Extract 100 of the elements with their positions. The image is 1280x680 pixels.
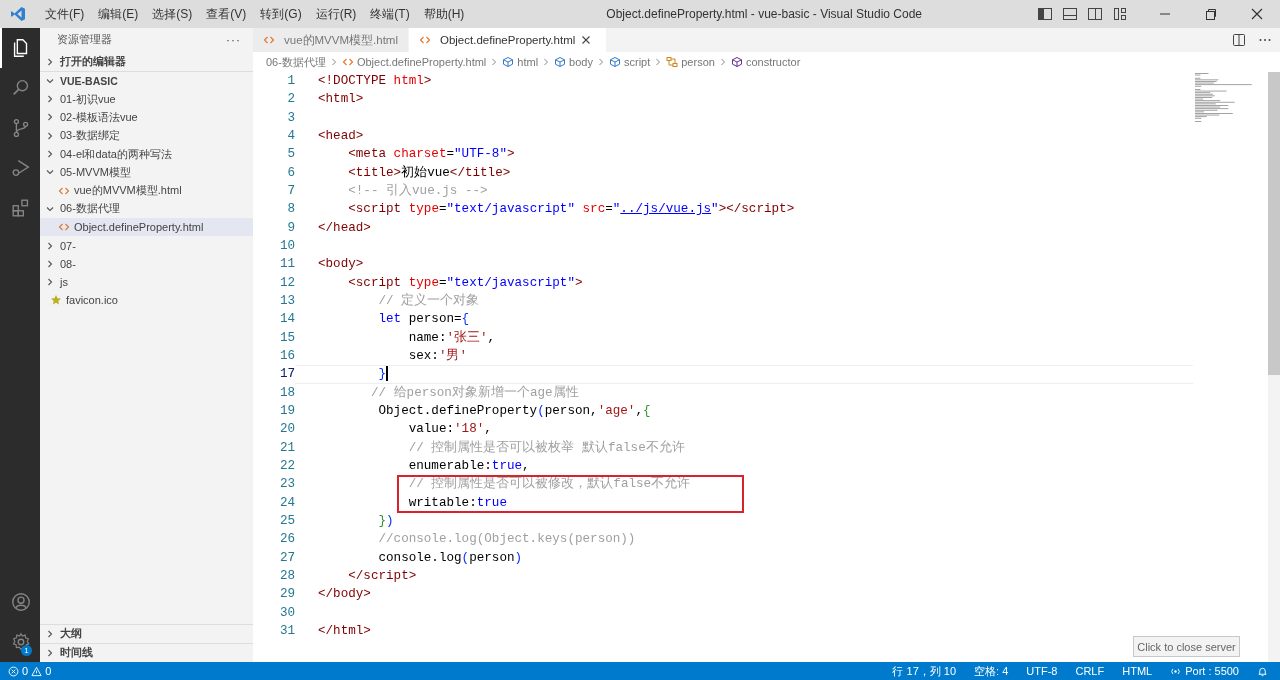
tree-item[interactable]: 02-模板语法vue <box>40 108 253 127</box>
code-line: value:'18', <box>407 421 493 439</box>
error-count[interactable]: 0 <box>22 665 29 677</box>
warning-count[interactable]: 0 <box>45 665 52 677</box>
tooltip: Click to close server <box>1133 636 1240 657</box>
line-number: 24 <box>278 494 295 512</box>
tree-item[interactable]: Object.defineProperty.html <box>40 218 253 237</box>
cube-icon <box>730 56 743 68</box>
code-line: </body> <box>318 586 372 604</box>
text-cursor <box>386 366 388 382</box>
sidebar-toggle-icon[interactable] <box>1037 6 1053 22</box>
line-number: 2 <box>286 91 295 109</box>
scrollbar-thumb[interactable] <box>1268 72 1280 375</box>
menu-item[interactable]: 运行(R) <box>308 3 364 25</box>
line-number: 14 <box>278 311 295 329</box>
menu-item[interactable]: 查看(V) <box>199 3 254 25</box>
editor-tab[interactable]: vue的MVVM模型.html <box>253 28 409 52</box>
line-number: 8 <box>286 201 295 219</box>
live-server-button[interactable]: Port : 5500 <box>1170 665 1239 677</box>
menu-item[interactable]: 文件(F) <box>38 3 92 25</box>
line-number: 11 <box>278 256 295 274</box>
code-line: <title>初始vue</title> <box>347 164 512 182</box>
status-item[interactable]: CRLF <box>1075 665 1105 677</box>
breadcrumb-item[interactable]: person <box>666 56 715 68</box>
status-item[interactable]: HTML <box>1122 665 1153 677</box>
cube-icon <box>502 56 515 68</box>
editor-tab[interactable]: Object.defineProperty.html <box>408 28 608 52</box>
account-icon[interactable] <box>10 591 32 613</box>
section-header[interactable]: 大纲 <box>40 624 253 643</box>
error-icon[interactable] <box>8 665 19 677</box>
breadcrumb-item[interactable]: body <box>554 56 593 68</box>
menu-item[interactable]: 选择(S) <box>145 3 200 25</box>
cube-icon <box>554 56 567 68</box>
code-line: writable:true <box>407 494 508 512</box>
tree-item[interactable]: 03-数据绑定 <box>40 126 253 145</box>
tree-item[interactable]: 01-初识vue <box>40 90 253 109</box>
window-title: Object.defineProperty.html - vue-basic - Visual Studio Code <box>605 7 923 21</box>
tree-item[interactable]: 08- <box>40 254 253 273</box>
code-line: <script type="text/javascript"> <box>347 274 584 292</box>
star-icon <box>50 294 62 307</box>
line-number: 30 <box>278 604 295 622</box>
line-number: 15 <box>278 329 295 347</box>
tree-item[interactable]: 06-数据代理 <box>40 199 253 219</box>
tree-item[interactable]: 07- <box>40 236 253 255</box>
secondary-sidebar-icon[interactable] <box>1087 6 1103 22</box>
line-number: 26 <box>278 531 295 549</box>
line-number: 23 <box>278 476 295 494</box>
tree-item[interactable]: vue的MVVM模型.html <box>40 181 253 200</box>
section-header[interactable]: VUE-BASIC <box>40 71 253 90</box>
code-line: <!-- 引入vue.js --> <box>347 182 489 200</box>
breadcrumb-item[interactable]: Object.defineProperty.html <box>341 56 487 68</box>
code-line: <body> <box>318 256 365 274</box>
cube-icon <box>608 56 621 68</box>
breadcrumb-item[interactable]: html <box>502 56 539 68</box>
section-header[interactable]: 打开的编辑器 <box>40 52 253 71</box>
code-file-icon <box>418 34 431 46</box>
panel-toggle-icon[interactable] <box>1062 6 1078 22</box>
status-item[interactable]: 行 17，列 10 <box>892 663 957 679</box>
line-number: 18 <box>278 384 295 402</box>
code-line: } <box>295 365 1193 384</box>
broadcast-icon <box>1170 665 1182 677</box>
line-number: 25 <box>278 512 295 530</box>
menu-item[interactable]: 帮助(H) <box>416 3 472 25</box>
menu-item[interactable]: 转到(G) <box>253 3 309 25</box>
code-line: // 控制属性是否可以被枚举 默认false不允许 <box>407 439 686 457</box>
notification-badge: 1 <box>21 645 32 656</box>
line-number: 28 <box>278 567 295 585</box>
status-item[interactable]: 空格: 4 <box>974 663 1009 679</box>
tree-item[interactable]: js <box>40 272 253 292</box>
line-number: 5 <box>286 146 295 164</box>
warning-icon[interactable] <box>31 665 43 677</box>
bell-icon[interactable] <box>1257 665 1268 677</box>
close-icon[interactable] <box>1249 6 1265 22</box>
run-debug-icon[interactable] <box>10 157 32 179</box>
breadcrumb-item[interactable]: constructor <box>730 56 801 68</box>
code-line: }) <box>377 512 395 530</box>
line-number: 7 <box>286 182 295 200</box>
settings-icon[interactable] <box>10 631 32 653</box>
breadcrumb-item[interactable]: 06-数据代理 <box>266 54 326 70</box>
line-number: 21 <box>278 439 295 457</box>
split-editor-icon[interactable] <box>1232 33 1246 47</box>
close-icon[interactable] <box>580 34 593 46</box>
tree-item[interactable]: favicon.ico <box>40 291 253 310</box>
line-number: 17 <box>278 366 295 384</box>
line-number: 4 <box>286 128 295 145</box>
explorer-title: 资源管理器 <box>57 33 112 47</box>
code-line: //console.log(Object.keys(person)) <box>377 531 637 549</box>
code-line: <head> <box>318 128 365 145</box>
breadcrumb-item[interactable]: script <box>608 56 651 68</box>
menu-item[interactable]: 编辑(E) <box>91 3 146 25</box>
status-item[interactable]: UTF-8 <box>1026 665 1058 677</box>
more-actions-button[interactable]: ··· <box>226 33 241 47</box>
layout-icon[interactable] <box>1112 6 1128 22</box>
app-logo-icon <box>10 6 26 22</box>
tree-item[interactable]: 05-MVVM模型 <box>40 163 253 182</box>
line-number: 20 <box>278 421 295 439</box>
line-number: 19 <box>278 402 295 420</box>
tree-item[interactable]: 04-el和data的两种写法 <box>40 144 253 164</box>
menu-item[interactable]: 终端(T) <box>363 3 417 25</box>
restore-icon[interactable] <box>1203 6 1219 22</box>
